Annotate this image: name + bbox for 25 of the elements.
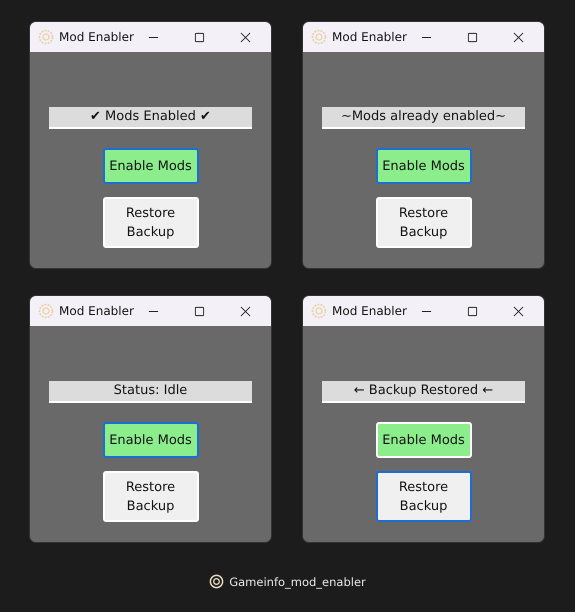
window-title: Mod Enabler (59, 30, 135, 44)
enable-mods-button[interactable]: Enable Mods (376, 422, 472, 458)
restore-backup-button[interactable]: Restore Backup (102, 471, 198, 522)
maximize-icon[interactable] (194, 32, 205, 42)
close-icon[interactable] (513, 32, 524, 42)
enable-mods-button[interactable]: Enable Mods (376, 148, 472, 184)
restore-backup-button[interactable]: Restore Backup (376, 197, 472, 248)
status-label: ✔ Mods Enabled ✔ (49, 107, 252, 129)
status-label: ~Mods already enabled~ (322, 107, 525, 129)
status-label: Status: Idle (49, 381, 252, 403)
close-icon[interactable] (513, 306, 524, 316)
window-title: Mod Enabler (59, 304, 135, 318)
maximize-icon[interactable] (467, 32, 478, 42)
close-icon[interactable] (240, 32, 251, 42)
window-title: Mod Enabler (332, 30, 408, 44)
enable-mods-button[interactable]: Enable Mods (102, 422, 198, 458)
taskbar-label: Gameinfo_mod_enabler (229, 574, 366, 588)
maximize-icon[interactable] (194, 306, 205, 316)
maximize-icon[interactable] (467, 306, 478, 316)
restore-backup-button[interactable]: Restore Backup (376, 471, 472, 522)
enable-mods-button[interactable]: Enable Mods (102, 148, 198, 184)
status-label: ← Backup Restored ← (322, 381, 525, 403)
window-title: Mod Enabler (332, 304, 408, 318)
close-icon[interactable] (240, 306, 251, 316)
restore-backup-button[interactable]: Restore Backup (102, 197, 198, 248)
